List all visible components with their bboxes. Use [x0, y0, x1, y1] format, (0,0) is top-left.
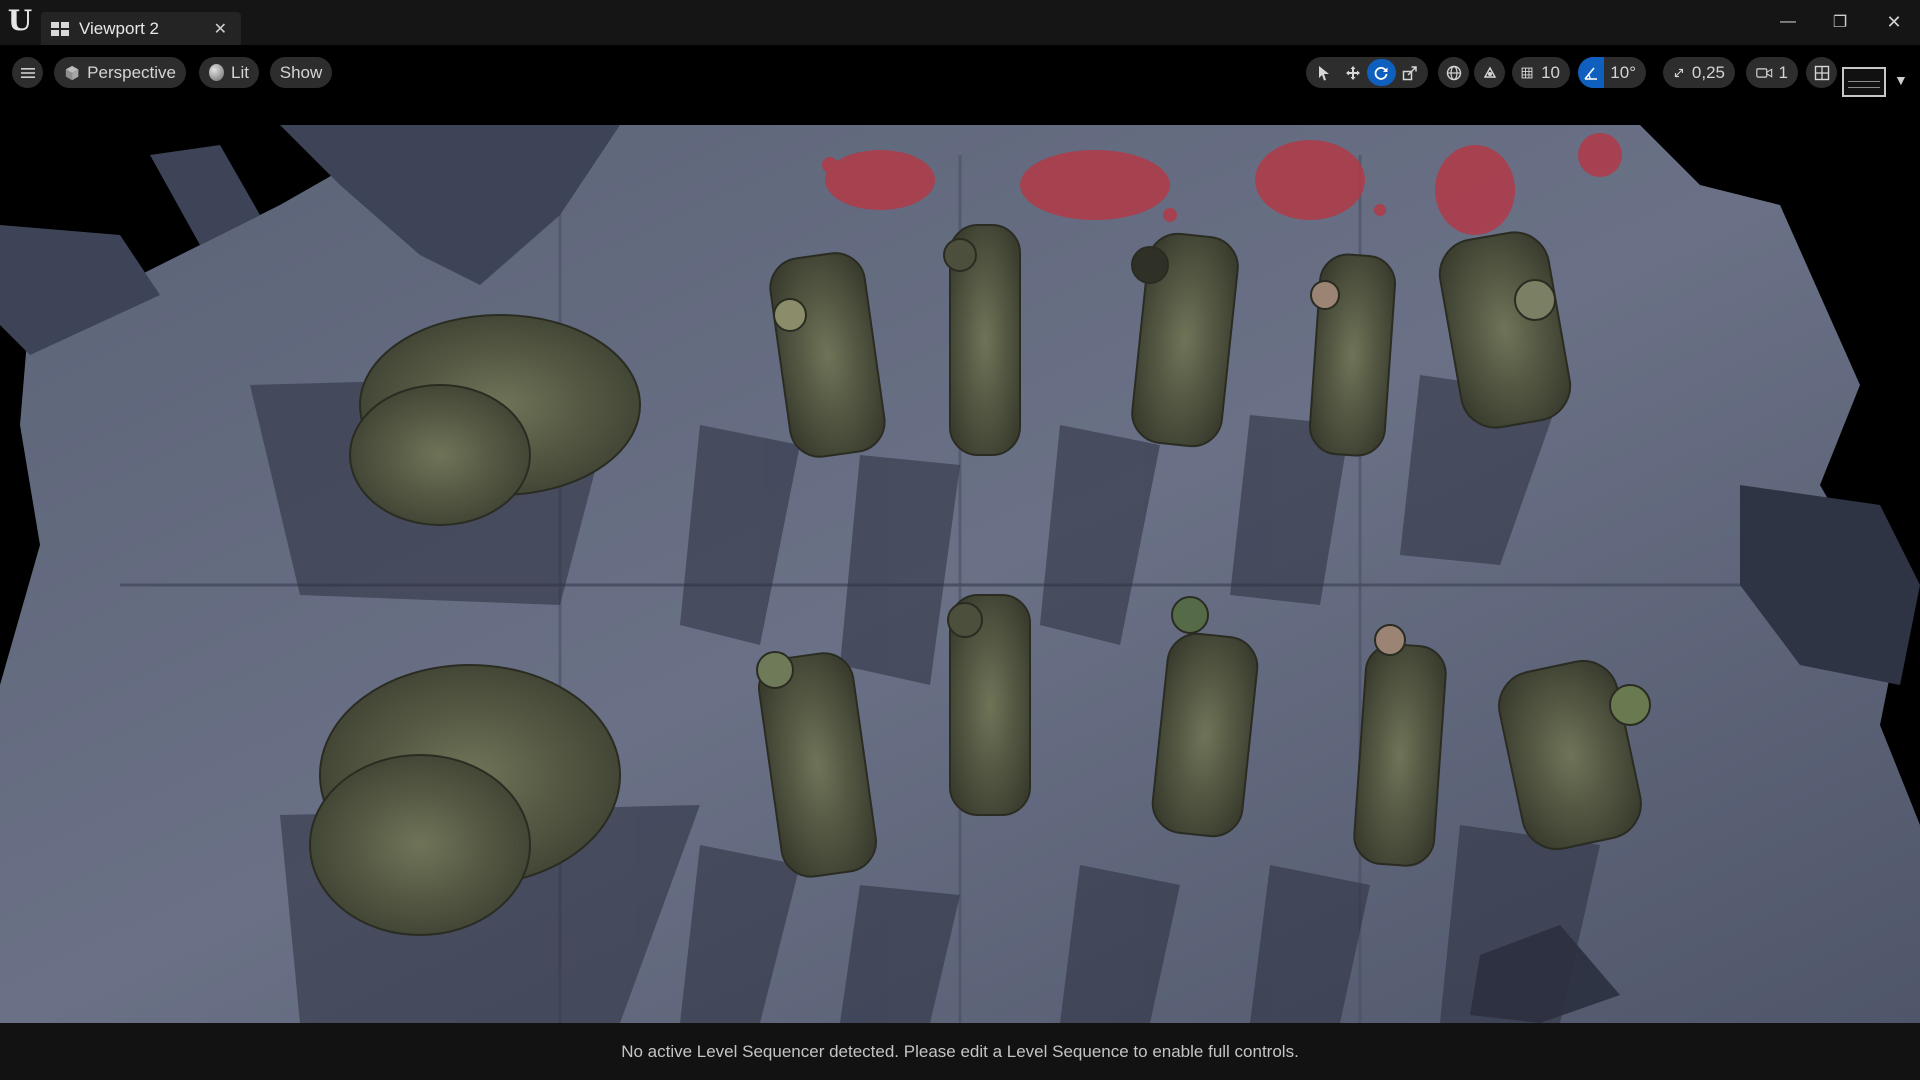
- chevron-down-icon[interactable]: ▼: [1894, 72, 1908, 88]
- camera-speed-value: 1: [1778, 62, 1788, 82]
- unreal-logo-icon[interactable]: U: [6, 7, 34, 35]
- perspective-label: Perspective: [87, 62, 176, 82]
- select-tool-button[interactable]: [1310, 59, 1339, 86]
- title-bar: U Viewport 2 ✕ — ❐ ✕: [0, 0, 1920, 45]
- angle-snap-toggle[interactable]: [1578, 57, 1605, 88]
- rotation-snap-group[interactable]: 10°: [1578, 57, 1646, 88]
- perspective-button[interactable]: Perspective: [54, 57, 186, 88]
- scale-snap-icon: [1674, 68, 1684, 77]
- viewport-size-toggle[interactable]: [1842, 67, 1886, 97]
- viewport-tab-icon: [51, 21, 69, 37]
- tab-close-icon[interactable]: ✕: [214, 19, 227, 39]
- viewport-toolbar: Perspective Lit Show 10 10° 0,25 1 ▼: [0, 45, 1920, 125]
- sequencer-status-message: No active Level Sequencer detected. Plea…: [621, 1041, 1299, 1061]
- globe-icon: [1446, 65, 1461, 80]
- viewport-menu-button[interactable]: [12, 57, 43, 88]
- scale-snap-group[interactable]: 0,25: [1663, 57, 1735, 88]
- camera-icon: [1756, 67, 1773, 78]
- minimize-button[interactable]: —: [1768, 8, 1808, 36]
- scene-render: [0, 125, 1920, 1023]
- show-label: Show: [279, 62, 323, 82]
- transform-tools-group: [1306, 57, 1428, 88]
- camera-speed-group[interactable]: 1: [1746, 57, 1798, 88]
- rotate-icon: [1374, 66, 1388, 80]
- grid-snap-group[interactable]: 10: [1512, 57, 1570, 88]
- lit-sphere-icon: [209, 64, 225, 81]
- layout-grid-icon: [1814, 65, 1829, 80]
- cube-icon: [65, 65, 79, 80]
- sequencer-status-bar: No active Level Sequencer detected. Plea…: [0, 1023, 1920, 1080]
- world-space-button[interactable]: [1438, 57, 1469, 88]
- hamburger-icon: [20, 67, 35, 78]
- view-mode-lit-button[interactable]: Lit: [199, 57, 259, 88]
- rotation-snap-value: 10°: [1610, 62, 1636, 82]
- surface-snap-button[interactable]: [1474, 57, 1505, 88]
- scale-tool-button[interactable]: [1396, 59, 1425, 86]
- surface-snap-icon: [1483, 66, 1496, 78]
- level-viewport[interactable]: [0, 125, 1920, 1023]
- scale-snap-value: 0,25: [1691, 62, 1725, 82]
- restore-button[interactable]: ❐: [1820, 8, 1860, 36]
- move-arrows-icon: [1345, 65, 1360, 80]
- angle-icon: [1584, 66, 1598, 80]
- cursor-icon: [1319, 65, 1330, 80]
- lit-label: Lit: [231, 62, 249, 82]
- scale-icon: [1402, 65, 1417, 80]
- show-button[interactable]: Show: [270, 57, 332, 88]
- move-tool-button[interactable]: [1339, 59, 1368, 86]
- rotate-tool-button[interactable]: [1367, 59, 1396, 86]
- viewport-layout-button[interactable]: [1806, 57, 1837, 88]
- close-window-button[interactable]: ✕: [1874, 8, 1914, 36]
- grid-snap-value: 10: [1541, 62, 1560, 82]
- grid-icon: [1521, 67, 1533, 78]
- tab-viewport-2[interactable]: Viewport 2 ✕: [41, 12, 241, 45]
- tab-label: Viewport 2: [79, 18, 160, 38]
